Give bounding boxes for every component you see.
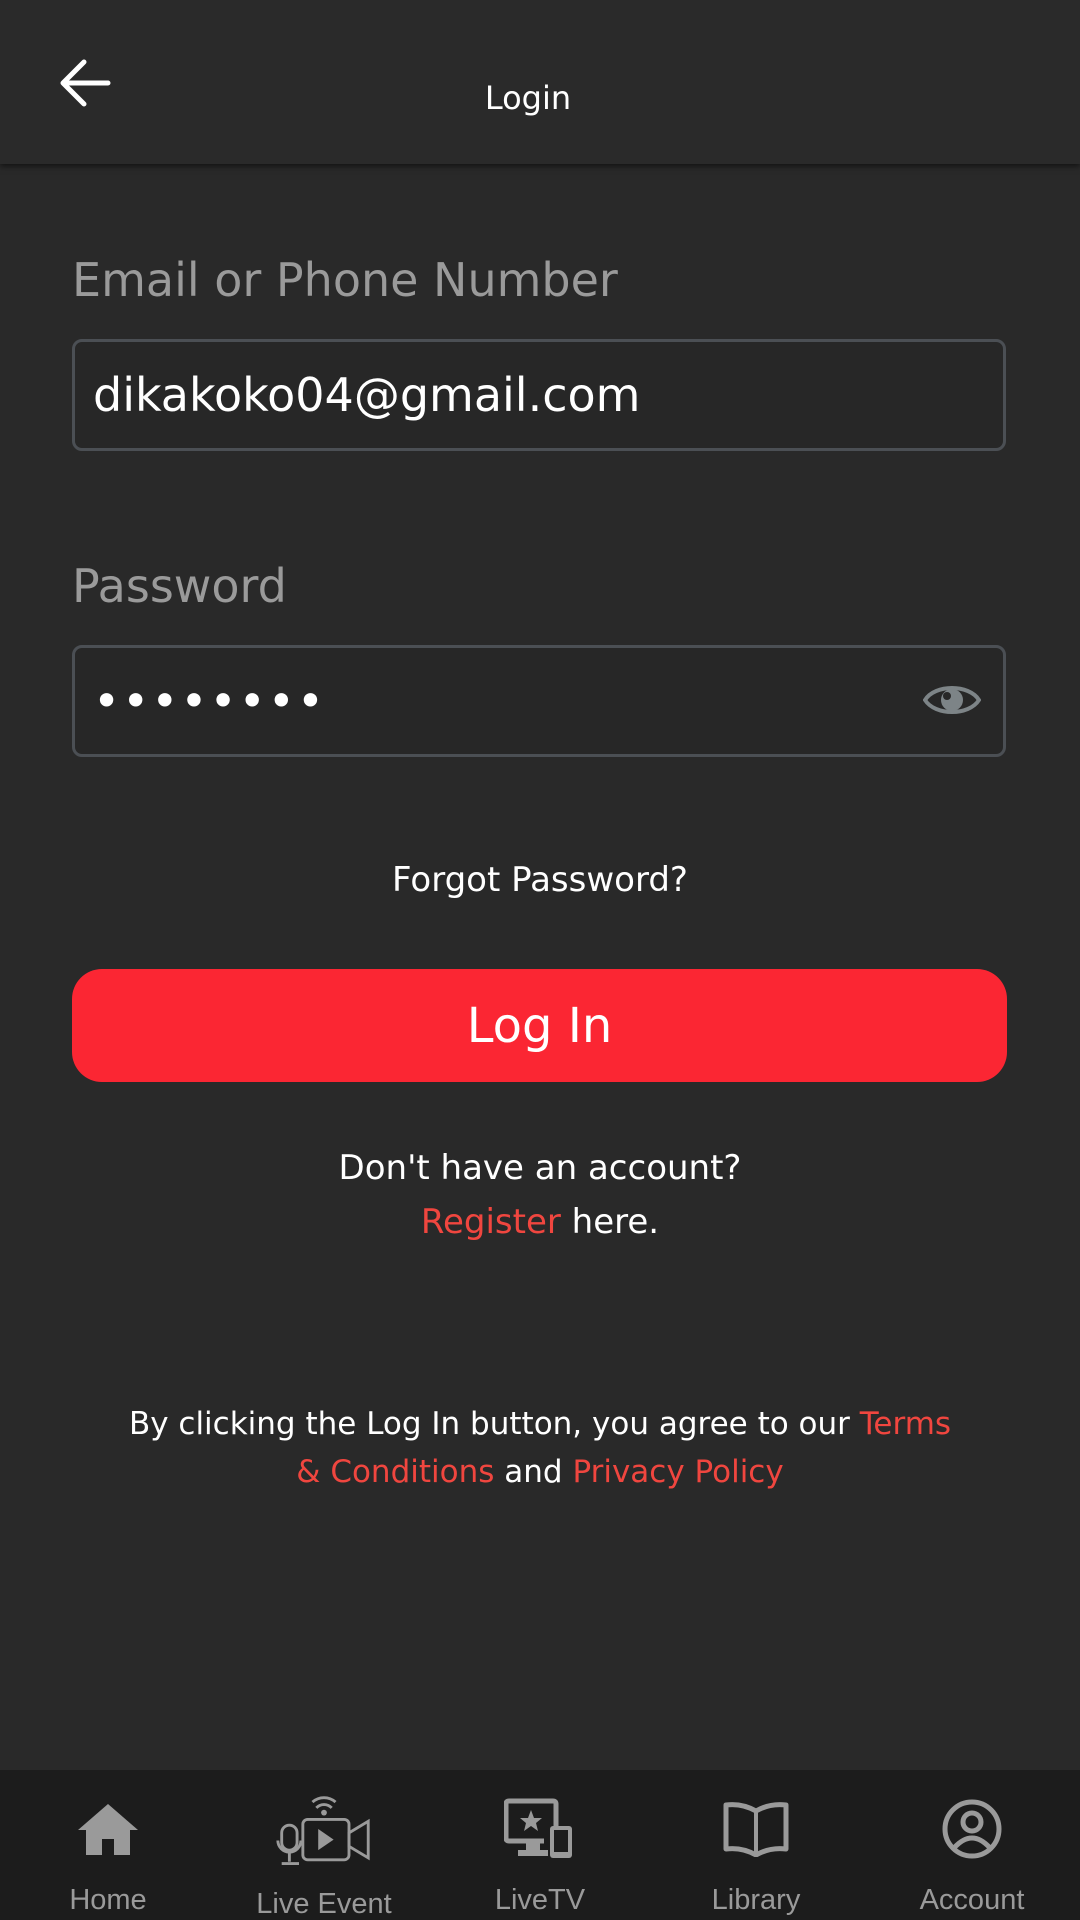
nav-item-account[interactable]: Account [864, 1770, 1080, 1920]
library-icon [723, 1802, 789, 1857]
live-event-icon [276, 1796, 370, 1866]
email-field-container [72, 339, 1006, 451]
nav-label-live-event: Live Event [256, 1888, 392, 1920]
top-app-bar: Login [0, 0, 1080, 164]
home-icon [78, 1804, 138, 1855]
nav-label-account: Account [919, 1884, 1025, 1916]
register-suffix: here. [560, 1202, 660, 1242]
nav-label-livetv: LiveTV [494, 1884, 586, 1916]
nav-label-library: Library [711, 1884, 801, 1916]
eye-icon [923, 686, 981, 714]
register-link[interactable]: Register [421, 1202, 561, 1242]
forgot-password-link[interactable]: Forgot Password? [0, 856, 1080, 904]
nav-label-home: Home [69, 1884, 147, 1916]
register-line: Register here. [0, 1196, 1080, 1248]
login-button[interactable]: Log In [72, 969, 1007, 1082]
login-screen: Login Email or Phone Number Password For… [0, 0, 1080, 1920]
nav-item-livetv[interactable]: LiveTV [432, 1770, 648, 1920]
email-label: Email or Phone Number [72, 253, 618, 307]
password-field-container [72, 645, 1006, 757]
livetv-icon [504, 1798, 572, 1858]
terms-notice: By clicking the Log In button, you agree… [120, 1400, 960, 1496]
nav-item-live-event[interactable]: Live Event [216, 1770, 432, 1920]
nav-item-library[interactable]: Library [648, 1770, 864, 1920]
terms-prefix: By clicking the Log In button, you agree… [128, 1406, 860, 1442]
password-field[interactable] [93, 648, 913, 754]
page-title: Login [484, 79, 572, 117]
bottom-navigation-bar: Home Live Event LiveTV Library Account [0, 1770, 1080, 1920]
terms-middle: and [494, 1454, 573, 1490]
password-label: Password [72, 559, 287, 613]
nav-item-home[interactable]: Home [0, 1770, 216, 1920]
toggle-password-visibility-button[interactable] [923, 674, 981, 726]
privacy-policy-link[interactable]: Privacy Policy [572, 1454, 783, 1490]
account-icon [942, 1799, 1002, 1859]
no-account-text: Don't have an account? [338, 1148, 742, 1188]
email-field[interactable] [93, 342, 913, 448]
